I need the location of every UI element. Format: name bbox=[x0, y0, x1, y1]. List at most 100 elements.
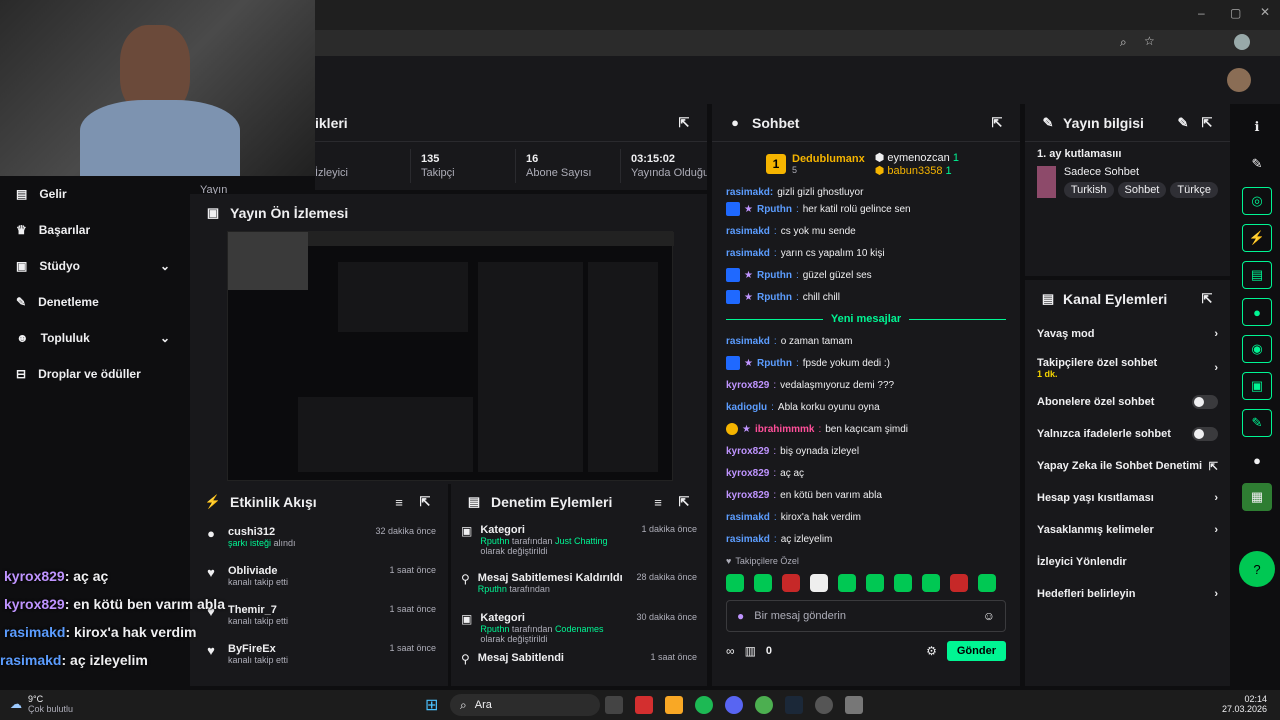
chat-username[interactable]: kyrox829 bbox=[726, 468, 769, 479]
action-raid[interactable]: İzleyici Yönlendir bbox=[1025, 546, 1230, 578]
emote-icon[interactable] bbox=[810, 574, 828, 592]
emote-icon[interactable] bbox=[894, 574, 912, 592]
clapper-icon[interactable]: ▦ bbox=[1242, 483, 1272, 511]
emote-icon[interactable] bbox=[754, 574, 772, 592]
emote-icon[interactable] bbox=[978, 574, 996, 592]
weather-widget[interactable]: ☁ 9°C Çok bulutlu bbox=[10, 694, 73, 714]
filter-icon[interactable]: ≡ bbox=[649, 493, 667, 511]
chat-input[interactable]: ● Bir mesaj gönderin ☺ bbox=[726, 600, 1006, 632]
chat-username[interactable]: Rputhn bbox=[757, 204, 792, 215]
minimize-icon[interactable]: – bbox=[1198, 6, 1205, 20]
chat-username[interactable]: kyrox829 bbox=[726, 490, 769, 501]
chat-username[interactable]: ibrahimmmk bbox=[755, 424, 814, 435]
emote-icon[interactable] bbox=[950, 574, 968, 592]
emote-icon[interactable] bbox=[726, 574, 744, 592]
clock[interactable]: 02:14 27.03.2026 bbox=[1222, 694, 1267, 714]
filter-icon[interactable]: ≡ bbox=[390, 493, 408, 511]
action-subs-only[interactable]: Abonelere özel sohbet bbox=[1025, 386, 1230, 418]
chat-username[interactable]: rasimakd bbox=[726, 248, 770, 259]
community-icon: ☻ bbox=[16, 331, 29, 345]
star-badge-icon: ★ bbox=[744, 269, 753, 281]
sidebar-item-studyo[interactable]: ▣ Stüdyo ⌄ bbox=[0, 248, 190, 284]
chat-username[interactable]: kyrox829 bbox=[726, 446, 769, 457]
profile-icon[interactable] bbox=[1234, 34, 1250, 50]
popout-icon[interactable]: ⇱ bbox=[675, 114, 693, 132]
tag[interactable]: Türkçe bbox=[1170, 182, 1218, 198]
action-slow-mode[interactable]: Yavaş mod › bbox=[1025, 318, 1230, 350]
chat-username[interactable]: rasimakd bbox=[726, 336, 770, 347]
edit-icon[interactable]: ✎ bbox=[1242, 150, 1272, 178]
popout-icon[interactable]: ⇱ bbox=[1198, 114, 1216, 132]
steam-icon[interactable] bbox=[785, 696, 803, 714]
app-icon[interactable] bbox=[635, 696, 653, 714]
sidebar-item-droplar[interactable]: ⊟ Droplar ve ödüller bbox=[0, 356, 190, 392]
preview-video[interactable] bbox=[227, 231, 674, 481]
popout-icon[interactable]: ⇱ bbox=[988, 114, 1006, 132]
sidebar-item-basarilar[interactable]: ♛ Başarılar bbox=[0, 212, 190, 248]
emote-icon[interactable] bbox=[922, 574, 940, 592]
wrench-icon[interactable]: ✎ bbox=[1242, 409, 1272, 437]
close-icon[interactable]: ✕ bbox=[1260, 5, 1270, 19]
help-icon[interactable]: ? bbox=[1239, 551, 1275, 587]
action-banned-words[interactable]: Yasaklanmış kelimeler › bbox=[1025, 514, 1230, 546]
user-avatar[interactable] bbox=[1227, 68, 1251, 92]
info-icon[interactable]: ℹ bbox=[1242, 113, 1272, 141]
chat-settings-icon[interactable]: ∞ bbox=[726, 644, 735, 658]
tag[interactable]: Sohbet bbox=[1117, 182, 1167, 198]
gift-badge-icon bbox=[726, 423, 738, 435]
taskbar-search[interactable]: ⌕ Ara bbox=[450, 694, 600, 716]
chat-username[interactable]: kyrox829 bbox=[726, 380, 769, 391]
bolt-icon[interactable]: ⚡ bbox=[1242, 224, 1272, 252]
chat-message-text: en kötü ben varım abla bbox=[780, 489, 882, 501]
edit-icon[interactable]: ✎ bbox=[1174, 114, 1192, 132]
chat-icon[interactable]: ● bbox=[1242, 298, 1272, 326]
emoji-icon[interactable]: ☺ bbox=[983, 609, 995, 623]
action-ai-moderation[interactable]: Yapay Zeka ile Sohbet Denetimi ⇱ bbox=[1025, 450, 1230, 482]
obs-icon[interactable] bbox=[815, 696, 833, 714]
emote-icon[interactable] bbox=[866, 574, 884, 592]
sidebar-item-denetleme[interactable]: ✎ Denetleme bbox=[0, 284, 190, 320]
chat-username[interactable]: Rputhn bbox=[757, 270, 792, 281]
chat-message: rasimakd: yarın cs yapalım 10 kişi bbox=[726, 247, 885, 259]
chat-username[interactable]: kadioglu bbox=[726, 402, 767, 413]
action-account-age[interactable]: Hesap yaşı kısıtlaması › bbox=[1025, 482, 1230, 514]
chat-username[interactable]: Rputhn bbox=[757, 358, 792, 369]
zoom-icon[interactable]: ⌕ bbox=[1120, 35, 1127, 50]
popout-icon[interactable]: ⇱ bbox=[675, 493, 693, 511]
action-emote-only[interactable]: Yalnızca ifadelerle sohbet bbox=[1025, 418, 1230, 450]
task-view-icon[interactable] bbox=[605, 696, 623, 714]
maximize-icon[interactable]: ▢ bbox=[1230, 6, 1241, 20]
gear-icon[interactable]: ⚙ bbox=[926, 644, 937, 658]
chat-username[interactable]: Rputhn bbox=[757, 292, 792, 303]
discord-icon[interactable] bbox=[725, 696, 743, 714]
bookmark-star-icon[interactable]: ☆ bbox=[1144, 34, 1155, 48]
mic-icon[interactable]: ● bbox=[737, 609, 744, 623]
chat-username[interactable]: rasimakd bbox=[726, 226, 770, 237]
windows-start-icon[interactable]: ⊞ bbox=[425, 695, 438, 715]
action-followers-only[interactable]: Takipçilere özel sohbet 1 dk. › bbox=[1025, 350, 1230, 386]
toggle[interactable] bbox=[1192, 427, 1218, 441]
channel-actions-icon[interactable]: ▣ bbox=[1242, 372, 1272, 400]
action-goals[interactable]: Hedefleri belirleyin › bbox=[1025, 578, 1230, 610]
chat-username[interactable]: rasimakd bbox=[726, 534, 770, 545]
send-button[interactable]: Gönder bbox=[946, 641, 1006, 661]
popout-icon[interactable]: ⇱ bbox=[1198, 290, 1216, 308]
sidebar-item-gelir[interactable]: ▤ Gelir bbox=[0, 176, 190, 212]
emote-icon[interactable] bbox=[782, 574, 800, 592]
broadcast-icon[interactable]: ◉ bbox=[1242, 335, 1272, 363]
settings-icon[interactable] bbox=[845, 696, 863, 714]
folder-icon[interactable] bbox=[665, 696, 683, 714]
chat-username[interactable]: rasimakd bbox=[726, 512, 770, 523]
toggle[interactable] bbox=[1192, 395, 1218, 409]
community-icon[interactable]: ● bbox=[1242, 446, 1272, 474]
wrench-icon: ✎ bbox=[16, 295, 27, 309]
popout-icon[interactable]: ⇱ bbox=[416, 493, 434, 511]
spotify-icon[interactable] bbox=[695, 696, 713, 714]
camera-icon[interactable]: ◎ bbox=[1242, 187, 1272, 215]
document-icon[interactable]: ▤ bbox=[1242, 261, 1272, 289]
sidebar-item-topluluk[interactable]: ☻ Topluluk ⌄ bbox=[0, 320, 190, 356]
tag[interactable]: Turkish bbox=[1063, 182, 1114, 198]
emote-icon[interactable] bbox=[838, 574, 856, 592]
chevron-right-icon: › bbox=[1214, 362, 1218, 374]
chrome-icon[interactable] bbox=[755, 696, 773, 714]
